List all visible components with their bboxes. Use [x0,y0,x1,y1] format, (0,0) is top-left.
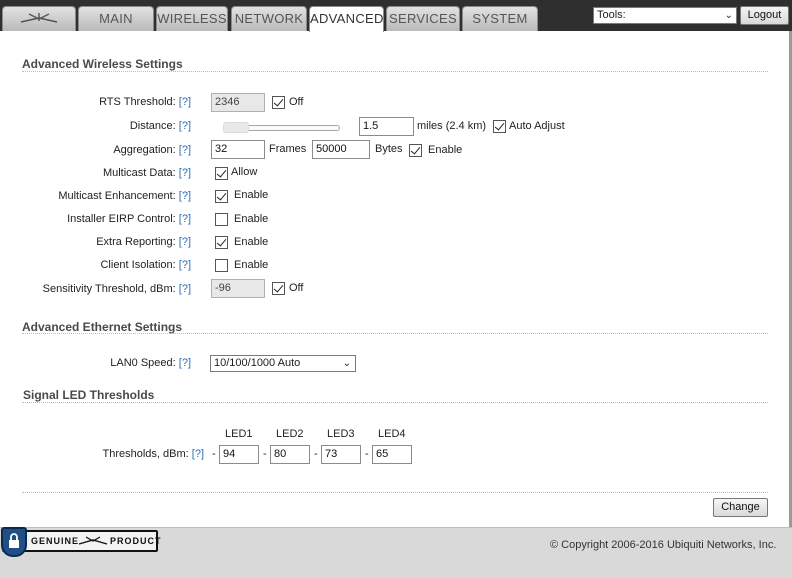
eirp-control-label: Installer EIRP Control: [?] [67,213,191,225]
aggregation-frames-input[interactable]: 32 [211,140,265,159]
divider [22,333,768,334]
distance-unit: miles (2.4 km) [417,120,487,132]
sensitivity-off-label: Off [289,282,304,294]
bytes-label: Bytes [375,143,403,155]
ubiquiti-badge-logo-icon [78,536,108,545]
help-link[interactable]: [?] [179,259,191,271]
eirp-control-checkbox[interactable] [215,213,228,226]
chevron-down-icon: ⌄ [724,10,733,21]
section-title-led: Signal LED Thresholds [23,388,155,402]
section-title-ethernet: Advanced Ethernet Settings [22,320,183,334]
change-button[interactable]: Change [713,498,768,517]
help-link[interactable]: [?] [179,144,191,156]
aggregation-label: Aggregation: [?] [113,144,191,156]
led4-threshold-input[interactable]: 65 [372,445,412,464]
lan0-speed-label: LAN0 Speed: [?] [110,357,191,369]
sensitivity-label: Sensitivity Threshold, dBm: [?] [42,283,191,295]
tab-wireless[interactable]: WIRELESS [156,6,228,31]
multicast-enhancement-option: Enable [234,189,269,201]
sensitivity-threshold-input[interactable]: -96 [211,279,265,298]
help-link[interactable]: [?] [192,448,204,460]
lock-shield-icon [1,527,27,557]
help-link[interactable]: [?] [179,96,191,108]
divider [22,71,768,72]
tab-advanced[interactable]: ADVANCED [309,6,384,32]
client-isolation-label: Client Isolation: [?] [100,259,191,271]
chevron-down-icon: ⌄ [342,358,351,369]
client-isolation-checkbox[interactable] [215,259,228,272]
badge-product-text: PRODUCT [110,536,162,546]
lan0-speed-select[interactable]: 10/100/1000 Auto ⌄ [210,355,356,372]
tab-system[interactable]: SYSTEM [462,6,538,31]
ubiquiti-logo-icon [20,13,58,23]
section-title-wireless: Advanced Wireless Settings [22,57,183,71]
copyright-text: © Copyright 2006-2016 Ubiquiti Networks,… [550,539,777,551]
multicast-enhancement-checkbox[interactable] [215,190,228,203]
distance-slider-handle[interactable] [223,122,249,133]
top-nav-bar: MAIN WIRELESS NETWORK ADVANCED SERVICES … [0,0,792,32]
help-link[interactable]: [?] [179,213,191,225]
lan0-speed-value: 10/100/1000 Auto [214,357,301,369]
tab-logo[interactable] [2,6,76,31]
tab-services[interactable]: SERVICES [386,6,460,31]
client-isolation-option: Enable [234,259,269,271]
distance-label: Distance: [?] [129,120,191,132]
multicast-data-label: Multicast Data: [?] [102,167,191,179]
eirp-control-option: Enable [234,213,269,225]
distance-input[interactable]: 1.5 [359,117,414,136]
tab-network[interactable]: NETWORK [231,6,307,31]
lock-icon [9,533,19,548]
tab-main[interactable]: MAIN [78,6,154,31]
led1-threshold-input[interactable]: 94 [219,445,259,464]
aggregation-enable-label: Enable [428,144,463,156]
frames-label: Frames [269,143,307,155]
led2-dash: - [263,448,267,460]
tools-dropdown[interactable]: Tools: ⌄ [593,7,737,24]
rts-off-checkbox[interactable] [272,96,285,109]
tools-label: Tools: [597,9,626,21]
auto-adjust-checkbox[interactable] [493,120,506,133]
help-link[interactable]: [?] [179,120,191,132]
led4-header: LED4 [378,428,406,440]
extra-reporting-option: Enable [234,236,269,248]
multicast-data-checkbox[interactable] [215,167,228,180]
aggregation-bytes-input[interactable]: 50000 [312,140,370,159]
extra-reporting-label: Extra Reporting: [?] [96,236,191,248]
divider [22,402,768,403]
led-thresholds-label: Thresholds, dBm: [?] [102,448,205,460]
help-link[interactable]: [?] [179,167,191,179]
multicast-enhancement-label: Multicast Enhancement: [?] [58,190,191,202]
badge-genuine-text: GENUINE [31,536,80,546]
help-link[interactable]: [?] [179,190,191,202]
rts-label: RTS Threshold: [?] [99,96,191,108]
rts-threshold-input[interactable]: 2346 [211,93,265,112]
led3-dash: - [314,448,318,460]
logout-button[interactable]: Logout [740,6,789,25]
multicast-data-option: Allow [231,166,258,178]
rts-off-label: Off [289,96,304,108]
led2-threshold-input[interactable]: 80 [270,445,310,464]
led2-header: LED2 [276,428,304,440]
led4-dash: - [365,448,369,460]
led3-header: LED3 [327,428,355,440]
help-link[interactable]: [?] [179,357,191,369]
aggregation-enable-checkbox[interactable] [409,144,422,157]
auto-adjust-label: Auto Adjust [509,120,565,132]
extra-reporting-checkbox[interactable] [215,236,228,249]
led1-dash: - [212,448,216,460]
led1-header: LED1 [225,428,253,440]
sensitivity-off-checkbox[interactable] [272,282,285,295]
help-link[interactable]: [?] [179,283,191,295]
led3-threshold-input[interactable]: 73 [321,445,361,464]
help-link[interactable]: [?] [179,236,191,248]
divider [22,492,768,493]
